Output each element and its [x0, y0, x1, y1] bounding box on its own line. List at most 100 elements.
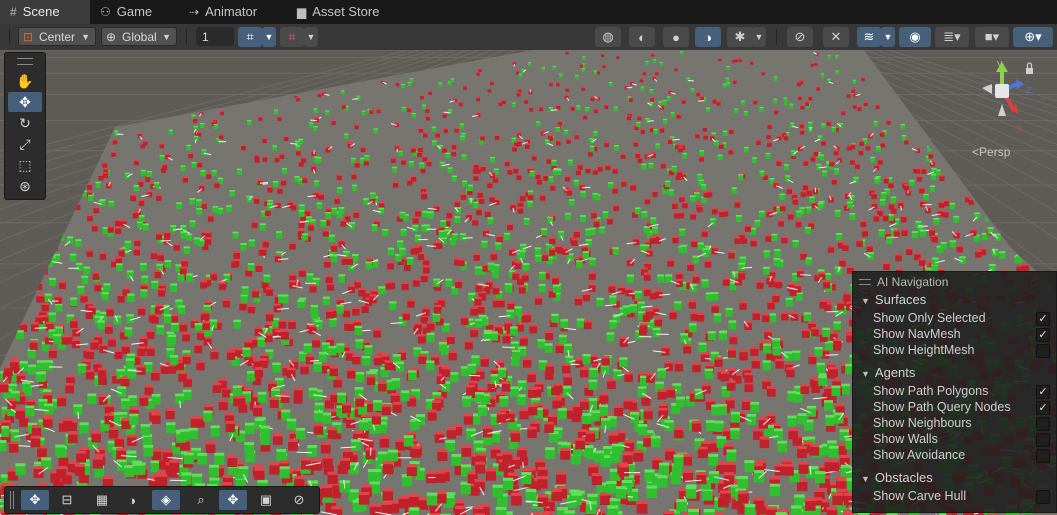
shaded-wireframe-button[interactable]: ◐ [629, 27, 655, 47]
agent-cube-top [527, 167, 533, 169]
agent-cube-top [789, 103, 794, 105]
agent-cube-top [196, 208, 203, 210]
toggle-2d-button[interactable]: ⊘ [787, 27, 813, 47]
pivot-dropdown[interactable]: ⊡ Center ▼ [18, 27, 96, 46]
agent-cube-top [790, 505, 802, 509]
agent-cube-top [420, 351, 429, 354]
agent-cube-top [199, 184, 205, 187]
agent-cube-top [189, 198, 195, 200]
agent-cube-top [822, 170, 828, 172]
gizmos-button[interactable]: ⊕▾ [1013, 27, 1053, 47]
agent-cube-green [232, 388, 242, 397]
tab-asset-store[interactable]: ▆ Asset Store [297, 0, 379, 24]
scene-toolbar: ⊡ Center ▼ ⊕ Global ▼ 1 ⌗ ▼ ⌗ ▼ ◍ ◐ ● ◑ … [0, 24, 1057, 51]
agent-cube-top [585, 430, 596, 434]
agent-cube-top [773, 98, 778, 100]
agent-cube-top [805, 226, 812, 229]
navigation-overlay-dropdown[interactable]: ▼ [881, 27, 895, 47]
agent-cube-top [477, 404, 487, 408]
agent-cube-green [841, 386, 850, 395]
agent-cube-top [649, 127, 655, 129]
agent-cube-top [712, 98, 717, 101]
agent-cube-top [519, 194, 526, 197]
agent-cube-green [931, 169, 937, 174]
agent-cube-top [83, 266, 91, 269]
agent-cube-red [411, 148, 416, 153]
debug-draw-mode-button[interactable]: ✱ [727, 27, 753, 47]
agent-cube-top [111, 151, 116, 153]
wireframe-shading-button[interactable]: ◍ [595, 27, 621, 47]
agent-cube-red [539, 195, 546, 201]
space-dropdown[interactable]: ⊕ Global ▼ [101, 27, 177, 46]
agent-cube-top [556, 104, 561, 106]
agent-cube-top [557, 120, 562, 122]
agent-cube-top [140, 283, 148, 286]
snap-increment-field[interactable]: 1 [196, 27, 234, 46]
agent-cube-top [589, 367, 598, 371]
grid-snap-button[interactable]: ⌗ [238, 27, 262, 47]
agent-cube-top [643, 244, 650, 247]
agent-cube-red [302, 178, 308, 184]
agent-cube-top [1016, 264, 1024, 267]
navigation-overlay-button[interactable]: ≋ [857, 27, 881, 47]
agent-cube-green [698, 344, 707, 353]
increment-snap-button[interactable]: ⌗ [280, 27, 304, 47]
agent-cube-top [799, 123, 804, 125]
scene-visibility-button[interactable]: ◉ [899, 27, 931, 47]
agent-cube-top [351, 439, 361, 443]
agent-cube-top [974, 212, 980, 215]
agent-cube-top [134, 238, 141, 241]
agent-cube-top [527, 200, 533, 203]
agent-cube-top [808, 321, 816, 324]
grid-snap-dropdown[interactable]: ▼ [262, 27, 276, 47]
agent-cube-red [451, 152, 457, 157]
agent-cube-top [589, 427, 599, 431]
agent-cube-red [788, 430, 798, 440]
agent-cube-red [556, 106, 561, 110]
agent-cube-top [289, 273, 297, 276]
agent-cube-green [313, 127, 318, 132]
agent-cube-green [792, 241, 799, 248]
layers-button[interactable]: ≣▾ [935, 27, 969, 47]
increment-snap-dropdown[interactable]: ▼ [304, 27, 318, 47]
agent-cube-red [360, 147, 366, 153]
agent-cube-green [137, 223, 143, 229]
agent-cube-red [298, 270, 306, 277]
toggle-lighting-button[interactable]: ✕ [823, 27, 849, 47]
agent-cube-top [720, 371, 730, 374]
draw-mode-dropdown[interactable]: ▼ [752, 27, 766, 47]
agent-cube-top [581, 86, 586, 88]
agent-cube-red [31, 427, 42, 437]
lit-shading-button[interactable]: ◑ [695, 27, 721, 47]
agent-cube-green [142, 225, 149, 231]
agent-cube-red [821, 141, 826, 146]
scene-camera-button[interactable]: ■▾ [975, 27, 1009, 47]
agent-cube-top [209, 477, 220, 481]
agent-cube-top [791, 150, 796, 152]
agent-cube-green [541, 230, 548, 236]
agent-cube-red [672, 203, 678, 209]
unlit-shading-button[interactable]: ● [663, 27, 689, 47]
agent-cube-top [596, 70, 600, 72]
tab-animator[interactable]: ⇢ Animator [189, 0, 257, 24]
agent-cube-top [725, 397, 735, 401]
agent-cube-red [157, 255, 164, 261]
agent-cube-red [570, 107, 575, 111]
agent-cube-top [480, 135, 485, 137]
agent-cube-top [781, 235, 788, 238]
agent-cube-top [680, 244, 688, 247]
agent-cube-top [277, 187, 283, 189]
agent-cube-top [102, 227, 109, 229]
agent-cube-top [841, 383, 850, 387]
agent-cube-top [808, 121, 813, 124]
agent-cube-top [246, 371, 256, 374]
tab-game[interactable]: ⚇ Game [100, 0, 152, 24]
agent-cube-red [786, 369, 795, 378]
agent-cube-red [222, 300, 230, 308]
agent-cube-top [791, 193, 798, 195]
agent-cube-top [598, 226, 605, 229]
agent-cube-red [527, 374, 536, 383]
agent-cube-green [598, 407, 608, 416]
tab-scene[interactable]: # Scene [0, 0, 90, 24]
agent-cube-green [229, 191, 235, 197]
